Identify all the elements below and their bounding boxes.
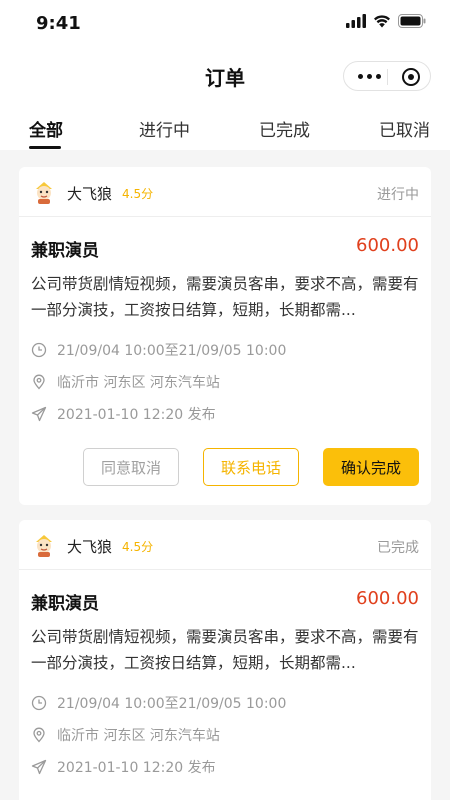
published-row: 2021-01-10 12:20 发布 xyxy=(31,757,216,777)
tab-cancelled[interactable]: 已取消 xyxy=(379,116,430,141)
time-range-row: 21/09/04 10:00至21/09/05 10:00 xyxy=(31,340,286,360)
tab-all[interactable]: 全部 xyxy=(29,116,63,141)
paper-plane-icon xyxy=(31,759,47,775)
contact-phone-button[interactable]: 联系电话 xyxy=(203,448,299,486)
published-time: 2021-01-10 12:20 发布 xyxy=(57,760,216,776)
job-title: 兼职演员 xyxy=(31,594,99,614)
order-status: 进行中 xyxy=(377,187,419,203)
job-description: 公司带货剧情短视频，需要演员客串，要求不高，需要有一部分演技，工资按日结算，短期… xyxy=(31,275,419,319)
order-card-header: 大飞狼 4.5分 进行中 xyxy=(19,167,431,217)
order-card-header: 大飞狼 4.5分 已完成 xyxy=(19,520,431,570)
location-row: 临沂市 河东区 河东汽车站 xyxy=(31,725,220,745)
published-row: 2021-01-10 12:20 发布 xyxy=(31,404,216,424)
tab-in-progress[interactable]: 进行中 xyxy=(139,116,190,141)
tab-completed[interactable]: 已完成 xyxy=(259,116,310,141)
nav-bar: 订单 xyxy=(0,48,450,102)
clock-icon xyxy=(31,695,47,711)
agree-cancel-button[interactable]: 同意取消 xyxy=(83,448,179,486)
battery-icon xyxy=(398,14,426,28)
cartoon-avatar-icon xyxy=(36,182,52,204)
location: 临沂市 河东区 河东汽车站 xyxy=(57,728,220,744)
published-time: 2021-01-10 12:20 发布 xyxy=(57,407,216,423)
mini-program-capsule xyxy=(343,61,431,91)
location-pin-icon xyxy=(33,374,45,390)
time-range-row: 21/09/04 10:00至21/09/05 10:00 xyxy=(31,693,286,713)
order-card[interactable]: 大飞狼 4.5分 进行中 兼职演员 600.00 公司带货剧情短视频，需要演员客… xyxy=(19,167,431,505)
job-title: 兼职演员 xyxy=(31,241,99,261)
location: 临沂市 河东区 河东汽车站 xyxy=(57,375,220,391)
tab-indicator xyxy=(29,146,61,149)
job-description: 公司带货剧情短视频，需要演员客串，要求不高，需要有一部分演技，工资按日结算，短期… xyxy=(31,628,419,672)
status-bar: 9:41 xyxy=(0,0,450,48)
more-dots-icon[interactable] xyxy=(358,74,381,79)
capsule-divider xyxy=(387,69,388,85)
job-price: 600.00 xyxy=(356,588,419,609)
status-icons xyxy=(346,14,426,28)
location-pin-icon xyxy=(33,727,45,743)
order-status: 已完成 xyxy=(377,540,419,556)
time-range: 21/09/04 10:00至21/09/05 10:00 xyxy=(57,696,287,712)
clock-icon xyxy=(31,342,47,358)
paper-plane-icon xyxy=(31,406,47,422)
user-name: 大飞狼 xyxy=(67,185,113,203)
target-circle-icon[interactable] xyxy=(402,68,420,86)
order-tabs: 全部 进行中 已完成 已取消 xyxy=(0,102,450,150)
job-price: 600.00 xyxy=(356,235,419,256)
user-rating: 4.5分 xyxy=(122,540,154,554)
time-range: 21/09/04 10:00至21/09/05 10:00 xyxy=(57,343,287,359)
location-row: 临沂市 河东区 河东汽车站 xyxy=(31,372,220,392)
confirm-complete-button[interactable]: 确认完成 xyxy=(323,448,419,486)
user-rating: 4.5分 xyxy=(122,187,154,201)
wifi-icon xyxy=(374,15,390,28)
user-name: 大飞狼 xyxy=(67,538,113,556)
cellular-signal-icon xyxy=(346,14,366,28)
cartoon-avatar-icon xyxy=(36,535,52,557)
order-card[interactable]: 大飞狼 4.5分 已完成 兼职演员 600.00 公司带货剧情短视频，需要演员客… xyxy=(19,520,431,800)
status-time: 9:41 xyxy=(36,13,81,34)
